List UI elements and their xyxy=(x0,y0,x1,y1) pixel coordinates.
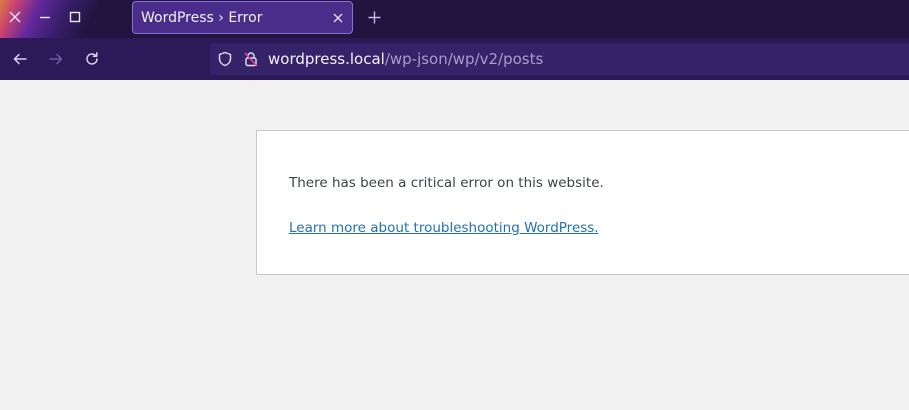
reload-icon xyxy=(86,52,98,65)
address-bar[interactable]: wordpress.local/wp-json/wp/v2/posts xyxy=(210,43,909,75)
arrow-left-icon xyxy=(13,53,27,65)
arrow-right-icon xyxy=(49,53,63,65)
tab-wordpress-error[interactable]: WordPress › Error xyxy=(132,1,353,34)
navigation-toolbar: wordpress.local/wp-json/wp/v2/posts xyxy=(0,38,909,80)
tracking-protection-shield-icon[interactable] xyxy=(216,50,234,68)
close-icon xyxy=(9,11,21,23)
url-domain: wordpress.local xyxy=(268,50,385,68)
forward-button[interactable] xyxy=(46,49,66,69)
tab-title: WordPress › Error xyxy=(141,9,263,26)
tab-strip: WordPress › Error xyxy=(0,0,909,38)
page-content: There has been a critical error on this … xyxy=(0,80,909,410)
new-tab-button[interactable] xyxy=(365,8,383,26)
plus-icon xyxy=(368,11,380,23)
insecure-lock-icon[interactable] xyxy=(242,50,260,68)
close-icon xyxy=(333,13,343,22)
minimize-icon xyxy=(40,16,50,19)
error-panel: There has been a critical error on this … xyxy=(256,130,909,275)
error-message: There has been a critical error on this … xyxy=(289,175,604,191)
back-button[interactable] xyxy=(10,49,30,69)
url-text[interactable]: wordpress.local/wp-json/wp/v2/posts xyxy=(268,50,543,68)
reload-button[interactable] xyxy=(82,49,102,69)
tab-close-button[interactable] xyxy=(330,10,346,26)
window-close-button[interactable] xyxy=(5,7,25,27)
url-path: /wp-json/wp/v2/posts xyxy=(384,50,544,68)
window-minimize-button[interactable] xyxy=(35,7,55,27)
troubleshooting-link[interactable]: Learn more about troubleshooting WordPre… xyxy=(289,220,599,236)
maximize-icon xyxy=(69,11,81,23)
window-maximize-button[interactable] xyxy=(65,7,85,27)
